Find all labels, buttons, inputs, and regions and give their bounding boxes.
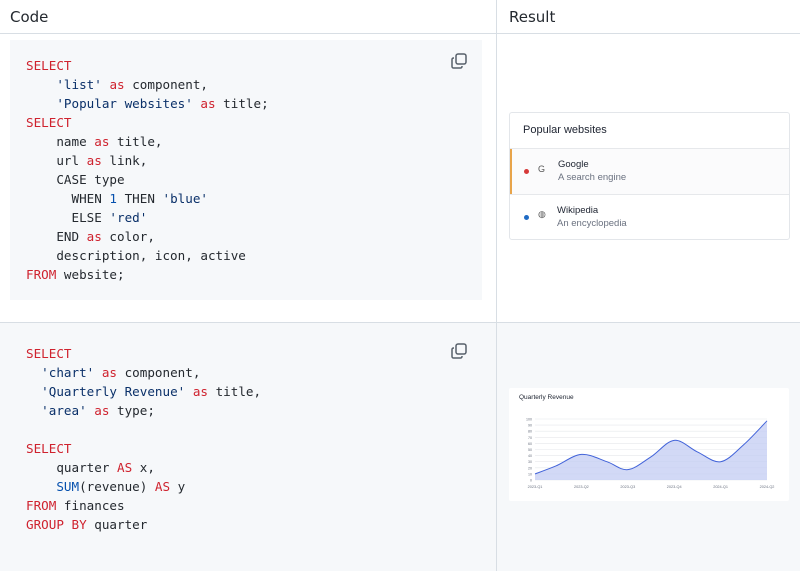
list-item-wikipedia[interactable]: ◍ Wikipedia An encyclopedia	[510, 195, 789, 240]
code-column-header: Code	[10, 8, 49, 26]
row-divider	[0, 322, 800, 323]
code-block-chart: SELECT 'chart' as component, 'Quarterly …	[10, 330, 482, 560]
column-divider	[496, 0, 497, 571]
result-column-header: Result	[509, 8, 556, 26]
list-component: Popular websites G Google A search engin…	[509, 112, 790, 240]
y-tick-label: 70	[528, 436, 532, 440]
list-item-name[interactable]: Google	[558, 159, 589, 170]
color-dot	[524, 169, 529, 174]
y-tick-label: 100	[526, 418, 532, 422]
x-tick-label: 2024-Q1	[713, 485, 728, 489]
globe-icon: ◍	[538, 209, 546, 219]
color-dot	[524, 215, 529, 220]
google-icon: G	[538, 164, 546, 174]
sql-code-chart: SELECT 'chart' as component, 'Quarterly …	[26, 346, 262, 532]
y-tick-label: 80	[528, 430, 532, 434]
x-tick-label: 2024-Q2	[760, 485, 775, 489]
area-fill	[535, 420, 767, 480]
y-tick-label: 50	[528, 448, 532, 452]
list-item-name[interactable]: Wikipedia	[557, 205, 598, 216]
y-tick-label: 0	[530, 479, 532, 483]
list-item-google[interactable]: G Google A search engine	[510, 149, 789, 194]
copy-icon[interactable]	[450, 342, 468, 360]
x-tick-label: 2023-Q2	[574, 485, 589, 489]
y-tick-label: 60	[528, 442, 532, 446]
y-tick-label: 20	[528, 466, 532, 470]
list-title: Popular websites	[523, 124, 607, 136]
x-tick-label: 2023-Q4	[667, 485, 682, 489]
code-block-list: SELECT 'list' as component, 'Popular web…	[10, 40, 482, 300]
x-tick-label: 2023-Q1	[528, 485, 543, 489]
x-tick-label: 2023-Q3	[620, 485, 635, 489]
chart-component: Quarterly Revenue 0 10 20 30 40 50 60 70 80 90 100…	[509, 388, 789, 501]
copy-icon[interactable]	[450, 52, 468, 70]
y-tick-label: 10	[528, 472, 532, 476]
y-tick-label: 90	[528, 424, 532, 428]
y-tick-label: 40	[528, 454, 532, 458]
list-item-description: An encyclopedia	[557, 218, 627, 229]
header-row: Code Result	[0, 0, 800, 34]
list-item-description: A search engine	[558, 172, 627, 183]
sql-code-list: SELECT 'list' as component, 'Popular web…	[26, 58, 269, 282]
area-chart: 0 10 20 30 40 50 60 70 80 90 100 2023-Q1 2023-Q2 2023…	[526, 418, 775, 490]
y-tick-label: 30	[528, 460, 532, 464]
